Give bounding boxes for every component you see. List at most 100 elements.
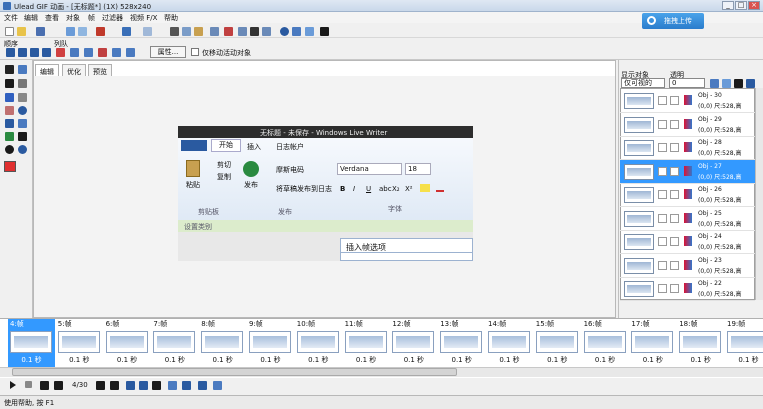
paste-icon[interactable] [194, 27, 203, 36]
reverse-frames-icon[interactable] [182, 381, 191, 390]
lock-checkbox[interactable] [670, 213, 679, 223]
eyedropper-tool-icon[interactable] [5, 132, 14, 141]
visibility-checkbox[interactable] [658, 143, 667, 152]
lock-checkbox[interactable] [670, 96, 679, 105]
copy-icon[interactable] [182, 27, 191, 36]
menu-filter[interactable]: 过滤器 [102, 13, 123, 23]
ellipse-tool-icon[interactable] [18, 106, 27, 115]
menu-object[interactable]: 对象 [66, 13, 80, 23]
lock-checkbox[interactable] [670, 166, 679, 176]
frame-cell[interactable]: 15:帧 0.1 秒 [534, 319, 581, 367]
frame-cell[interactable]: 19:帧 0.1 秒 [725, 319, 763, 367]
visibility-checkbox[interactable] [658, 260, 667, 270]
lock-checkbox[interactable] [670, 260, 679, 270]
globe-icon[interactable] [280, 27, 289, 36]
properties-button[interactable]: 属性... [150, 46, 186, 58]
fill-tool-icon[interactable] [5, 119, 14, 128]
redo-icon[interactable] [143, 27, 152, 36]
tween-icon[interactable] [96, 27, 105, 36]
frame-cell[interactable]: 16:帧 0.1 秒 [582, 319, 629, 367]
object-list-scrollbar[interactable] [755, 88, 763, 300]
add-frame-icon[interactable] [78, 27, 87, 36]
frame-icon[interactable] [210, 27, 219, 36]
lasso-tool-icon[interactable] [18, 79, 27, 88]
align-middle-icon[interactable] [112, 48, 121, 57]
prev-frame-icon[interactable] [54, 381, 63, 390]
zoom-tool-icon[interactable] [5, 145, 14, 154]
send-backward-icon[interactable] [30, 48, 39, 57]
frame-cell[interactable]: 12:帧 0.1 秒 [390, 319, 437, 367]
object-row[interactable]: Obj - 23 (0,0) 尺:528,高 [620, 254, 755, 278]
object-row[interactable]: Obj - 22 (0,0) 尺:528,高 [620, 277, 755, 301]
brush-tool-icon[interactable] [5, 93, 14, 102]
visibility-checkbox[interactable] [658, 284, 667, 293]
pointer-tool-icon[interactable] [5, 65, 14, 74]
transition-icon[interactable] [198, 381, 207, 390]
frame-cell[interactable]: 9:帧 0.1 秒 [247, 319, 294, 367]
tab-preview[interactable]: 预览 [88, 64, 112, 76]
visibility-checkbox[interactable] [658, 190, 667, 199]
display-objects-select[interactable]: 仅可视的 [621, 78, 665, 88]
object-merge-icon[interactable] [710, 79, 719, 88]
menu-frame[interactable]: 帧 [88, 13, 95, 23]
lock-checkbox[interactable] [670, 237, 679, 246]
frame-cell[interactable]: 10:帧 0.1 秒 [295, 319, 342, 367]
last-frame-icon[interactable] [110, 381, 119, 390]
align-bottom-icon[interactable] [126, 48, 135, 57]
duplicate-icon[interactable] [262, 27, 271, 36]
frame-panel-scroll-thumb[interactable] [12, 368, 457, 376]
visibility-checkbox[interactable] [658, 213, 667, 223]
move-active-checkbox[interactable] [191, 48, 199, 56]
preview-icon[interactable] [292, 27, 301, 36]
new-icon[interactable] [5, 27, 14, 36]
frame-properties-icon[interactable] [213, 381, 222, 390]
undo-icon[interactable] [122, 27, 131, 36]
add-frame-button-icon[interactable] [126, 381, 135, 390]
visibility-checkbox[interactable] [658, 237, 667, 246]
menu-help[interactable]: 帮助 [164, 13, 178, 23]
object-row[interactable]: Obj - 26 (0,0) 尺:528,高 [620, 183, 755, 207]
next-frame-icon[interactable] [96, 381, 105, 390]
object-properties-icon[interactable] [746, 79, 755, 88]
object-copy-icon[interactable] [722, 79, 731, 88]
visibility-checkbox[interactable] [658, 119, 667, 129]
close-button[interactable]: × [748, 1, 760, 10]
tab-edit[interactable]: 编辑 [35, 64, 59, 76]
menu-view[interactable]: 查看 [45, 13, 59, 23]
align-center-icon[interactable] [70, 48, 79, 57]
add-image-icon[interactable] [66, 27, 75, 36]
menu-video-fx[interactable]: 视频 F/X [130, 13, 157, 23]
bring-forward-icon[interactable] [18, 48, 27, 57]
tab-optimize[interactable]: 优化 [62, 64, 86, 76]
help-icon[interactable] [320, 27, 329, 36]
cut-icon[interactable] [170, 27, 179, 36]
eraser-tool-icon[interactable] [5, 106, 14, 115]
stop-icon[interactable] [25, 381, 32, 388]
foreground-color-swatch[interactable] [4, 161, 16, 172]
object-row[interactable]: Obj - 30 (0,0) 尺:528,高 [620, 89, 755, 113]
frame-cell[interactable]: 5:帧 0.1 秒 [56, 319, 103, 367]
select-tool-icon[interactable] [18, 65, 27, 74]
visibility-checkbox[interactable] [658, 166, 667, 176]
lock-checkbox[interactable] [670, 119, 679, 129]
lock-checkbox[interactable] [670, 190, 679, 199]
maximize-button[interactable]: □ [735, 1, 747, 10]
visibility-checkbox[interactable] [658, 96, 667, 105]
lock-checkbox[interactable] [670, 284, 679, 293]
frame-cell[interactable]: 18:帧 0.1 秒 [677, 319, 724, 367]
frame-cell[interactable]: 13:帧 0.1 秒 [438, 319, 485, 367]
open-icon[interactable] [17, 27, 26, 36]
duplicate-frame-icon[interactable] [139, 381, 148, 390]
bring-front-icon[interactable] [6, 48, 15, 57]
frame-cell[interactable]: 6:帧 0.1 秒 [104, 319, 151, 367]
hand-tool-icon[interactable] [18, 145, 27, 154]
align-right-icon[interactable] [84, 48, 93, 57]
object-row[interactable]: Obj - 27 (0,0) 尺:528,高 [620, 159, 755, 184]
optimize-icon[interactable] [305, 27, 314, 36]
lock-checkbox[interactable] [670, 143, 679, 152]
minimize-button[interactable]: _ [722, 1, 734, 10]
save-icon[interactable] [36, 27, 45, 36]
object-row[interactable]: Obj - 29 (0,0) 尺:528,高 [620, 113, 755, 137]
frame-cell[interactable]: 14:帧 0.1 秒 [486, 319, 533, 367]
marquee-tool-icon[interactable] [18, 93, 27, 102]
